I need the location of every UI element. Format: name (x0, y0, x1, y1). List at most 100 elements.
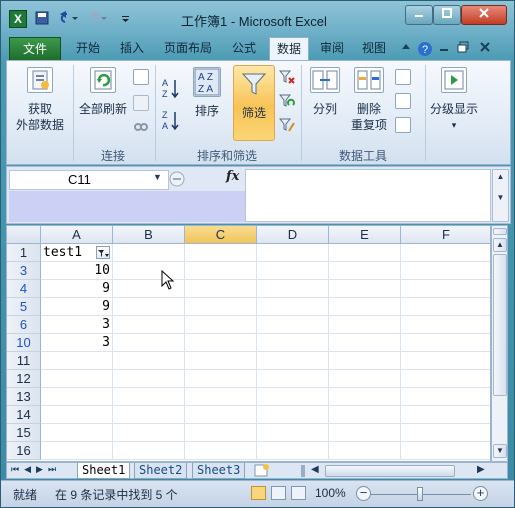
table-cell[interactable]: 9 (41, 280, 113, 298)
table-cell[interactable] (113, 244, 185, 262)
row-header[interactable]: 1 (7, 244, 41, 262)
table-cell[interactable] (113, 442, 185, 460)
sort-ascending-icon[interactable]: AZ (161, 77, 181, 99)
table-cell[interactable] (401, 424, 490, 442)
table-cell[interactable] (329, 262, 401, 280)
formula-scroll-up-icon[interactable]: ▲ (493, 172, 508, 181)
table-cell[interactable] (401, 334, 490, 352)
table-cell[interactable] (113, 424, 185, 442)
advanced-filter-icon[interactable] (278, 117, 295, 133)
table-cell[interactable] (41, 424, 113, 442)
table-cell[interactable] (185, 280, 257, 298)
table-cell[interactable] (185, 442, 257, 460)
column-header-c[interactable]: C (185, 226, 257, 244)
table-cell[interactable] (401, 262, 490, 280)
filter-button[interactable]: 筛选 (233, 65, 275, 141)
header-cell-a1[interactable]: test1 (41, 244, 113, 262)
scroll-left-icon[interactable]: ◀ (311, 464, 319, 475)
table-cell[interactable] (185, 334, 257, 352)
minimize-button[interactable] (405, 5, 433, 25)
minimize-ribbon-icon[interactable] (401, 41, 411, 56)
table-cell[interactable] (41, 370, 113, 388)
table-cell[interactable] (257, 298, 329, 316)
row-header[interactable]: 12 (7, 370, 41, 388)
page-layout-view-icon[interactable] (271, 486, 286, 500)
workbook-minimize-icon[interactable] (439, 41, 449, 56)
zoom-slider-thumb[interactable] (417, 487, 423, 501)
table-cell[interactable] (401, 442, 490, 460)
row-header[interactable]: 16 (7, 442, 41, 460)
table-cell[interactable] (257, 388, 329, 406)
formula-bar-scroll[interactable]: ▲ ▼ (492, 169, 509, 222)
column-header-d[interactable]: D (257, 226, 329, 244)
sort-button[interactable]: A ZZ A 排序 (187, 67, 227, 119)
refresh-all-button[interactable]: 全部刷新 (75, 67, 131, 117)
split-box[interactable] (493, 228, 507, 235)
connections-icon[interactable] (133, 69, 149, 85)
table-cell[interactable] (329, 424, 401, 442)
vertical-scrollbar[interactable]: ▲ ▼ (491, 225, 508, 462)
table-cell[interactable] (257, 352, 329, 370)
clear-filter-icon[interactable] (278, 69, 295, 85)
row-header[interactable]: 10 (7, 334, 41, 352)
tab-file[interactable]: 文件 (9, 37, 61, 60)
table-cell[interactable] (41, 406, 113, 424)
table-cell[interactable] (41, 442, 113, 460)
table-cell[interactable] (41, 352, 113, 370)
table-cell[interactable] (329, 406, 401, 424)
table-cell[interactable] (257, 334, 329, 352)
tab-insert[interactable]: 插入 (111, 37, 153, 60)
remove-duplicates-button[interactable]: 删除 重复项 (347, 67, 391, 133)
table-cell[interactable] (41, 388, 113, 406)
name-box[interactable]: C11 (9, 170, 169, 190)
scroll-right-icon[interactable]: ▶ (477, 464, 485, 475)
table-cell[interactable] (185, 424, 257, 442)
data-validation-icon[interactable] (395, 69, 411, 85)
column-header-e[interactable]: E (329, 226, 401, 244)
table-cell[interactable]: 3 (41, 334, 113, 352)
vertical-scroll-thumb[interactable] (493, 254, 507, 396)
tab-view[interactable]: 视图 (355, 37, 393, 60)
table-cell[interactable] (185, 388, 257, 406)
table-cell[interactable] (185, 244, 257, 262)
save-icon[interactable] (35, 11, 49, 27)
table-cell[interactable] (185, 298, 257, 316)
table-cell[interactable] (329, 316, 401, 334)
table-cell[interactable] (185, 262, 257, 280)
customize-quick-access-icon[interactable] (121, 11, 131, 27)
workbook-restore-icon[interactable] (457, 41, 469, 56)
row-header[interactable]: 6 (7, 316, 41, 334)
table-cell[interactable] (185, 406, 257, 424)
column-header-a[interactable]: A (41, 226, 113, 244)
row-header[interactable]: 14 (7, 406, 41, 424)
table-cell[interactable] (257, 424, 329, 442)
table-cell[interactable] (185, 352, 257, 370)
table-cell[interactable] (329, 280, 401, 298)
table-cell[interactable] (185, 370, 257, 388)
tab-review[interactable]: 审阅 (313, 37, 351, 60)
table-cell[interactable] (401, 388, 490, 406)
table-cell[interactable] (329, 442, 401, 460)
scroll-down-icon[interactable]: ▼ (493, 444, 507, 458)
workbook-close-icon[interactable] (479, 41, 491, 56)
formula-scroll-down-icon[interactable]: ▼ (493, 193, 508, 202)
table-cell[interactable] (401, 244, 490, 262)
row-header[interactable]: 15 (7, 424, 41, 442)
sheet-tab-2[interactable]: Sheet2 (134, 463, 188, 479)
sheet-nav-icons[interactable]: ⏮◀▶⏭ (11, 464, 61, 475)
table-cell[interactable] (401, 280, 490, 298)
help-icon[interactable]: ? (417, 41, 433, 60)
table-cell[interactable] (401, 316, 490, 334)
zoom-out-icon[interactable]: − (356, 486, 371, 501)
table-cell[interactable] (329, 388, 401, 406)
table-cell[interactable] (113, 352, 185, 370)
tab-split-handle[interactable] (301, 465, 305, 477)
tab-data[interactable]: 数据 (269, 37, 309, 60)
insert-function-icon[interactable]: fx (226, 169, 239, 184)
worksheet-grid[interactable]: A B C D E F 1 test1 3 10 4 9 5 9 6 3 10 3 11 12 13 14 15… (6, 225, 491, 462)
normal-view-icon[interactable] (251, 486, 266, 500)
zoom-in-icon[interactable]: + (473, 486, 488, 501)
table-cell[interactable]: 10 (41, 262, 113, 280)
tab-page-layout[interactable]: 页面布局 (157, 37, 219, 60)
row-header[interactable]: 13 (7, 388, 41, 406)
